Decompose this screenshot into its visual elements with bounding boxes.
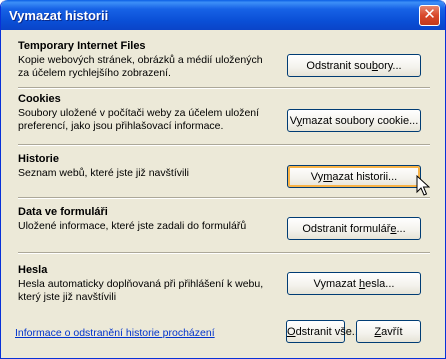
history-info-link[interactable]: Informace o odstranění historie procháze… [15, 327, 215, 339]
mouse-cursor-icon [416, 175, 430, 196]
delete-forms-button[interactable]: Odstranit formuláře... [287, 217, 421, 240]
window-title: Vymazat historii [9, 8, 109, 23]
divider [18, 197, 430, 199]
close-button[interactable]: Zavřít [356, 320, 421, 343]
section-description: Soubory uložené v počítači weby za účele… [18, 107, 260, 132]
delete-history-button[interactable]: Vymazat historii... [287, 165, 421, 188]
section-description: Seznam webů, které jste již navštívili [18, 167, 189, 179]
section-title: Temporary Internet Files [18, 40, 146, 52]
section-title: Cookies [18, 93, 61, 105]
delete-cookies-button[interactable]: Vymazat soubory cookie... [287, 109, 421, 132]
delete-passwords-button[interactable]: Vymazat hesla... [287, 272, 421, 295]
section-description: Uložené informace, které jste zadali do … [18, 220, 247, 232]
divider [18, 87, 430, 89]
section-description: Hesla automaticky doplňovaná při přihláš… [18, 278, 264, 303]
divider [18, 252, 430, 254]
title-bar[interactable]: Vymazat historii ✕ [1, 0, 445, 30]
dialog-body: Temporary Internet Files Kopie webových … [4, 30, 442, 355]
section-title: Historie [18, 153, 59, 165]
section-description: Kopie webových stránek, obrázků a médií … [18, 54, 263, 79]
close-icon[interactable]: ✕ [419, 5, 440, 26]
delete-all-button[interactable]: Odstranit vše... [286, 320, 361, 343]
divider [18, 144, 430, 146]
delete-files-button[interactable]: Odstranit soubory... [287, 54, 421, 77]
delete-history-dialog: Vymazat historii ✕ Temporary Internet Fi… [0, 0, 446, 359]
